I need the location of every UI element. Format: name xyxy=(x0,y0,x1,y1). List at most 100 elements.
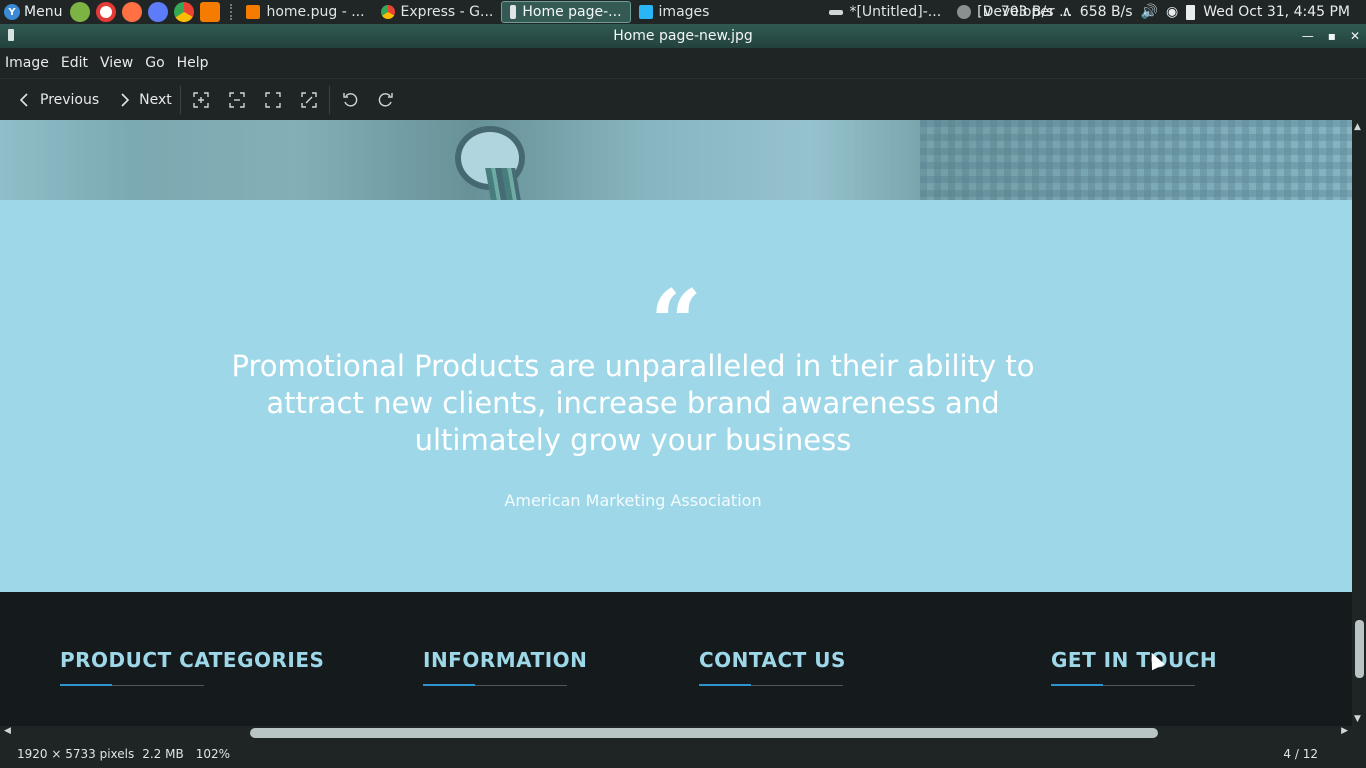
footer-col-get-in-touch: GET IN TOUCH xyxy=(1051,648,1217,686)
previous-button[interactable]: Previous xyxy=(12,84,105,116)
chrome-icon xyxy=(380,5,395,19)
zoom-in-button[interactable] xyxy=(183,84,219,116)
window-menu-icon[interactable] xyxy=(8,29,14,41)
android-studio-icon[interactable] xyxy=(70,2,91,22)
page-indicator: 4 / 12 xyxy=(1283,747,1318,761)
hero-photo xyxy=(0,120,1352,200)
fit-window-icon xyxy=(265,91,281,108)
taskbar-separator xyxy=(230,4,233,20)
clock[interactable]: Wed Oct 31, 4:45 PM xyxy=(1203,4,1350,20)
menu-edit[interactable]: Edit xyxy=(61,55,88,71)
photo-tint xyxy=(0,120,1352,200)
testimonial-section: “ Promotional Products are unparalleled … xyxy=(0,200,1352,592)
statusbar: 1920 × 5733 pixels 2.2 MB 102% 4 / 12 xyxy=(0,740,1366,768)
vertical-scroll-thumb[interactable] xyxy=(1355,620,1364,678)
net-up-speed: 658 B/s xyxy=(1079,4,1133,20)
rotate-right-button[interactable] xyxy=(368,84,404,116)
rotate-left-button[interactable] xyxy=(332,84,368,116)
chevron-left-icon xyxy=(19,92,28,107)
next-label: Next xyxy=(139,91,172,108)
task-label: images xyxy=(658,4,710,20)
task-images-folder[interactable]: images xyxy=(631,1,718,23)
image-viewport[interactable]: “ Promotional Products are unparalleled … xyxy=(0,120,1352,726)
toolbar-separator xyxy=(328,85,330,114)
chromium-icon xyxy=(957,5,972,19)
chrome-icon[interactable] xyxy=(174,2,195,22)
footer-heading: CONTACT US xyxy=(699,648,846,672)
close-icon[interactable]: ✕ xyxy=(1350,24,1360,48)
horizontal-scroll-thumb[interactable] xyxy=(250,728,1158,738)
task-express[interactable]: Express - G... xyxy=(373,1,502,23)
network-down-icon: ∨ xyxy=(982,4,993,20)
footer-heading: GET IN TOUCH xyxy=(1051,648,1218,672)
maximize-icon[interactable]: ▪ xyxy=(1328,24,1336,48)
sublime-icon[interactable] xyxy=(200,2,221,22)
system-tray: ∨ 703 B/s ∧ 658 B/s 🔊 ◉ Wed Oct 31, 4:45… xyxy=(982,0,1350,24)
scroll-up-icon[interactable]: ▲ xyxy=(1354,122,1361,132)
window-titlebar[interactable]: Home page-new.jpg — ▪ ✕ xyxy=(0,24,1366,48)
image-dimensions: 1920 × 5733 pixels xyxy=(17,747,135,761)
vertical-scrollbar[interactable]: ▲ ▼ xyxy=(1352,120,1366,726)
footer-col-product-categories: PRODUCT CATEGORIES xyxy=(60,648,324,686)
battery-icon[interactable] xyxy=(1186,4,1196,20)
heading-underline xyxy=(1051,684,1195,686)
app-menu-button[interactable]: Y Menu xyxy=(0,0,66,24)
minimize-icon[interactable]: — xyxy=(1302,24,1314,48)
task-image-viewer[interactable]: Home page-... xyxy=(501,1,631,23)
task-label: home.pug - ... xyxy=(266,4,365,20)
chromium-icon[interactable] xyxy=(148,2,169,22)
window-title: Home page-new.jpg xyxy=(613,28,753,44)
task-label: Home page-... xyxy=(522,4,622,20)
toolbar-separator xyxy=(179,85,181,114)
volume-icon[interactable]: 🔊 xyxy=(1141,4,1158,20)
menu-help[interactable]: Help xyxy=(177,55,209,71)
menu-image[interactable]: Image xyxy=(5,55,49,71)
app-menu-label: Menu xyxy=(24,4,63,20)
image-viewer-icon xyxy=(510,5,517,19)
zoom-out-icon xyxy=(229,91,245,108)
image-filesize: 2.2 MB xyxy=(142,747,184,761)
next-button[interactable]: Next xyxy=(111,84,178,116)
quote-author: American Marketing Association xyxy=(504,491,762,510)
task-untitled[interactable]: *[Untitled]-... xyxy=(821,1,949,23)
opera-icon[interactable] xyxy=(96,2,117,22)
heading-underline xyxy=(60,684,204,686)
scroll-left-icon[interactable]: ◀ xyxy=(4,726,11,736)
task-label: *[Untitled]-... xyxy=(849,4,942,20)
zoom-out-button[interactable] xyxy=(219,84,255,116)
chevron-right-icon xyxy=(121,92,130,107)
heading-underline xyxy=(699,684,843,686)
heading-underline xyxy=(423,684,567,686)
menubar: Image Edit View Go Help xyxy=(0,48,1366,78)
zoom-in-icon xyxy=(193,91,209,108)
network-up-icon: ∧ xyxy=(1061,4,1072,20)
menu-view[interactable]: View xyxy=(100,55,133,71)
previous-label: Previous xyxy=(40,91,100,108)
menu-logo-icon: Y xyxy=(4,4,20,20)
scroll-right-icon[interactable]: ▶ xyxy=(1341,726,1348,736)
rotate-left-icon xyxy=(343,92,358,107)
menu-go[interactable]: Go xyxy=(145,55,164,71)
sublime-icon xyxy=(246,5,261,19)
footer-heading: PRODUCT CATEGORIES xyxy=(60,648,325,672)
horizontal-scrollbar[interactable]: ◀ ▶ xyxy=(0,726,1352,740)
footer-col-information: INFORMATION xyxy=(423,648,587,686)
window-controls: — ▪ ✕ xyxy=(1302,24,1360,48)
best-fit-button[interactable] xyxy=(255,84,291,116)
footer-heading: INFORMATION xyxy=(423,648,588,672)
quote-text: Promotional Products are unparalleled in… xyxy=(231,349,1035,457)
taskbar: Y Menu home.pug - ... Express - G... Hom… xyxy=(0,0,1366,24)
editor-icon xyxy=(829,9,844,15)
launchers xyxy=(66,2,224,22)
net-down-speed: 703 B/s xyxy=(1000,4,1054,20)
normal-size-button[interactable] xyxy=(291,84,327,116)
folder-icon xyxy=(638,5,653,19)
task-home-pug[interactable]: home.pug - ... xyxy=(238,1,372,23)
task-label: Express - G... xyxy=(400,4,494,20)
footer-col-contact-us: CONTACT US xyxy=(699,648,846,686)
wifi-icon[interactable]: ◉ xyxy=(1166,4,1178,20)
rotate-right-icon xyxy=(378,92,393,107)
scroll-down-icon[interactable]: ▼ xyxy=(1354,714,1361,724)
firefox-icon[interactable] xyxy=(122,2,143,22)
toolbar: Previous Next xyxy=(0,78,1366,120)
